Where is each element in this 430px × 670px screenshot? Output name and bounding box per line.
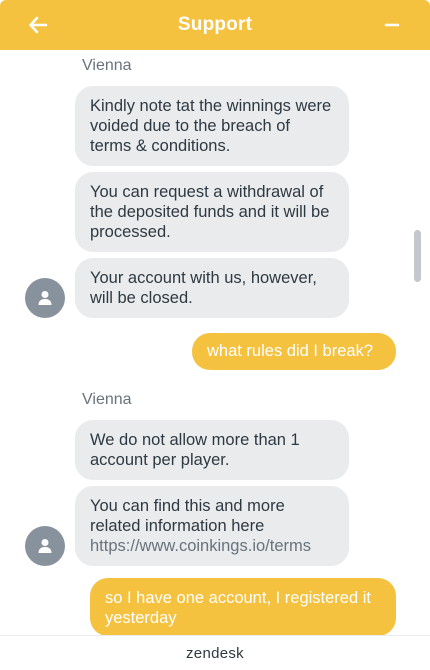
agent-avatar [25, 526, 65, 566]
agent-name: Vienna [82, 57, 132, 74]
minus-icon [384, 23, 400, 27]
agent-message: Kindly note tat the winnings were voided… [75, 86, 349, 166]
agent-message: You can request a withdrawal of the depo… [75, 172, 349, 252]
agent-message: We do not allow more than 1 account per … [75, 420, 349, 480]
minimize-button[interactable] [378, 11, 406, 39]
terms-link[interactable]: https://www.coinkings.io/terms [90, 537, 311, 555]
user-silhouette-icon [38, 291, 52, 305]
arrow-left-icon [29, 16, 48, 34]
user-message: what rules did I break? [192, 333, 396, 370]
agent-avatar [25, 278, 65, 318]
chat-header: Support [0, 0, 430, 50]
message-list[interactable]: Vienna Kindly note tat the winnings were… [0, 50, 430, 635]
agent-message: Your account with us, however, will be c… [75, 258, 349, 318]
footer: zendesk [0, 635, 430, 670]
scrollbar-thumb[interactable] [414, 230, 421, 282]
user-silhouette-icon [38, 539, 52, 553]
agent-message-text: You can find this and more related infor… [90, 497, 285, 535]
zendesk-brand-link[interactable]: zendesk [186, 645, 244, 662]
header-title: Support [177, 14, 253, 35]
user-message: so I have one account, I registered it y… [90, 578, 396, 635]
agent-name: Vienna [82, 391, 132, 408]
agent-message-with-link: You can find this and more related infor… [75, 486, 349, 566]
back-button[interactable] [24, 11, 52, 39]
